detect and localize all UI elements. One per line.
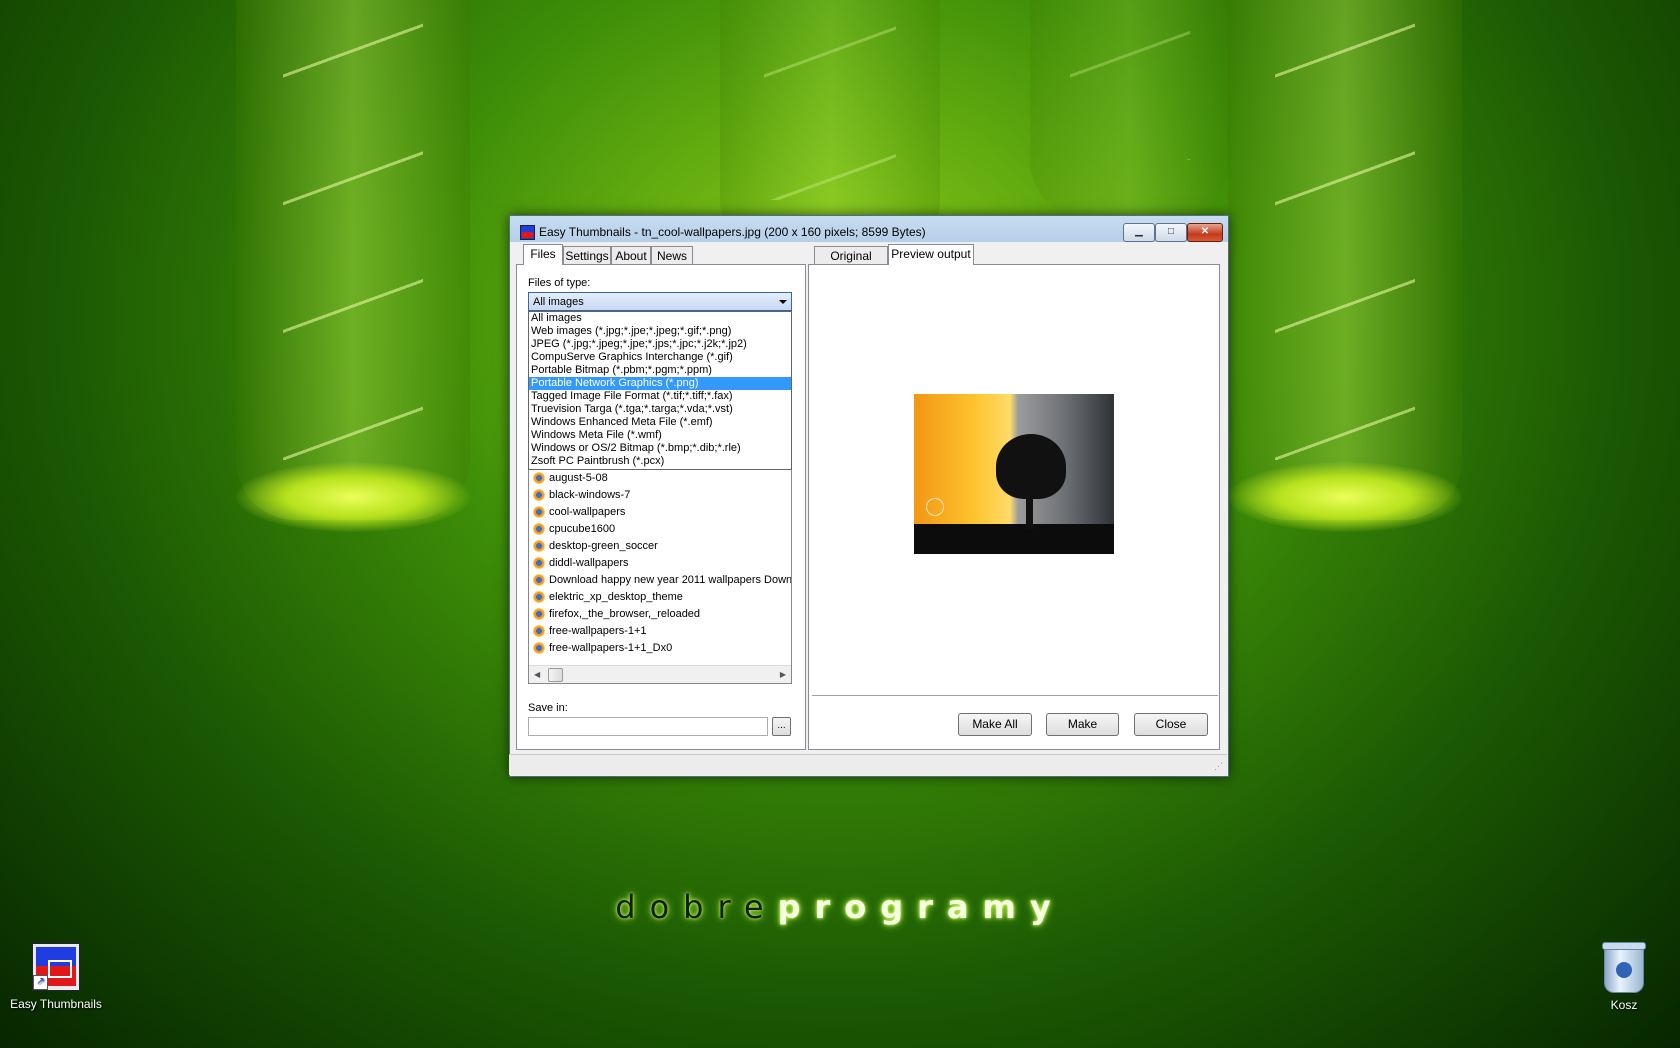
dropdown-option-highlighted[interactable]: Portable Network Graphics (*.png)	[529, 377, 791, 390]
desktop-icon-easy-thumbnails[interactable]: ↗ Easy Thumbnails	[6, 943, 106, 1011]
minimize-button[interactable]: ▁	[1123, 223, 1155, 242]
scrollbar-thumb[interactable]	[548, 668, 563, 682]
divider	[812, 695, 1218, 696]
status-bar: ⋰	[509, 754, 1227, 775]
tab-files[interactable]: Files	[523, 244, 563, 265]
wallpaper-pillar-left	[236, 0, 470, 532]
list-item[interactable]: elektric_xp_desktop_theme	[529, 589, 791, 606]
desktop-icon-recycle-bin[interactable]: Kosz	[1594, 942, 1654, 1012]
image-file-icon	[533, 540, 545, 552]
tab-news[interactable]: News	[651, 246, 693, 265]
image-file-icon	[533, 523, 545, 535]
list-item[interactable]: Download happy new year 2011 wallpapers …	[529, 572, 791, 589]
sun-outline	[926, 498, 944, 516]
dropdown-option[interactable]: Portable Bitmap (*.pbm;*.pgm;*.ppm)	[529, 364, 791, 377]
dropdown-option[interactable]: Windows Enhanced Meta File (*.emf)	[529, 416, 791, 429]
image-file-icon	[533, 591, 545, 603]
tab-about[interactable]: About	[611, 246, 651, 265]
chevron-down-icon[interactable]	[779, 300, 787, 304]
maximize-button[interactable]: □	[1155, 223, 1187, 242]
list-item[interactable]: free-wallpapers-1+1	[529, 623, 791, 640]
image-file-icon	[533, 506, 545, 518]
make-all-button[interactable]: Make All	[958, 713, 1032, 736]
desktop-icon-label: Easy Thumbnails	[10, 997, 102, 1011]
easy-thumbnails-icon: ↗	[32, 943, 80, 991]
tab-original-image[interactable]: Original image	[814, 246, 888, 281]
image-file-icon	[533, 574, 545, 586]
image-file-icon	[533, 608, 545, 620]
files-of-type-label: Files of type:	[528, 277, 591, 289]
list-item[interactable]: cool-wallpapers	[529, 504, 791, 521]
window-title: Easy Thumbnails - tn_cool-wallpapers.jpg…	[539, 225, 926, 239]
preview-thumbnail-image	[914, 394, 1114, 554]
image-file-icon	[533, 642, 545, 654]
save-in-input[interactable]	[528, 717, 768, 736]
wallpaper-pillar-right	[1228, 0, 1462, 532]
browse-button[interactable]: ...	[772, 717, 791, 736]
horizontal-scrollbar[interactable]: ◀ ▶	[529, 665, 791, 683]
files-of-type-combobox[interactable]: All images	[528, 292, 792, 311]
dropdown-option[interactable]: JPEG (*.jpg;*.jpeg;*.jpe;*.jps;*.jpc;*.j…	[529, 338, 791, 351]
dropdown-option[interactable]: CompuServe Graphics Interchange (*.gif)	[529, 351, 791, 364]
image-file-icon	[533, 625, 545, 637]
dropdown-option[interactable]: Tagged Image File Format (*.tif;*.tiff;*…	[529, 390, 791, 403]
wallpaper-pillar-center-right	[1030, 0, 1230, 220]
scroll-right-icon[interactable]: ▶	[780, 670, 786, 679]
app-icon[interactable]	[520, 225, 535, 240]
image-file-icon	[533, 472, 545, 484]
dropdown-option[interactable]: Truevision Targa (*.tga;*.targa;*.vda;*.…	[529, 403, 791, 416]
desktop-icon-label: Kosz	[1610, 998, 1638, 1012]
tab-settings[interactable]: Settings	[563, 246, 611, 265]
dropdown-option[interactable]: Windows Meta File (*.wmf)	[529, 429, 791, 442]
files-of-type-dropdown: All images Web images (*.jpg;*.jpe;*.jpe…	[528, 311, 792, 470]
dropdown-option[interactable]: Windows or OS/2 Bitmap (*.bmp;*.dib;*.rl…	[529, 442, 791, 455]
tab-preview-output[interactable]: Preview output	[888, 244, 974, 265]
dropdown-option[interactable]: All images	[529, 312, 791, 325]
save-in-label: Save in:	[528, 702, 568, 714]
list-item[interactable]: free-wallpapers-1+1_Dx0	[529, 640, 791, 657]
make-button[interactable]: Make	[1046, 713, 1119, 736]
title-bar[interactable]: Easy Thumbnails - tn_cool-wallpapers.jpg…	[510, 216, 1228, 246]
dropdown-option[interactable]: Zsoft PC Paintbrush (*.pcx)	[529, 455, 791, 468]
list-item[interactable]: diddl-wallpapers	[529, 555, 791, 572]
file-list[interactable]: august-5-08 black-windows-7 cool-wallpap…	[528, 470, 792, 684]
files-of-type-value: All images	[533, 296, 584, 308]
list-item[interactable]: firefox,_the_browser,_reloaded	[529, 606, 791, 623]
image-file-icon	[533, 557, 545, 569]
shortcut-arrow-icon: ↗	[33, 975, 48, 990]
list-item[interactable]: august-5-08	[529, 470, 791, 487]
list-item[interactable]: black-windows-7	[529, 487, 791, 504]
close-button[interactable]: Close	[1134, 713, 1208, 736]
window-close-button[interactable]: ✕	[1187, 223, 1223, 242]
wallpaper-logo-text: dobreprogramy	[615, 888, 1065, 926]
list-item[interactable]: desktop-green_soccer	[529, 538, 791, 555]
resize-grip-icon[interactable]: ⋰	[1214, 761, 1223, 772]
recycle-bin-icon	[1602, 942, 1646, 993]
scroll-left-icon[interactable]: ◀	[534, 670, 540, 679]
list-item[interactable]: cpucube1600	[529, 521, 791, 538]
dropdown-option[interactable]: Web images (*.jpg;*.jpe;*.jpeg;*.gif;*.p…	[529, 325, 791, 338]
image-file-icon	[533, 489, 545, 501]
